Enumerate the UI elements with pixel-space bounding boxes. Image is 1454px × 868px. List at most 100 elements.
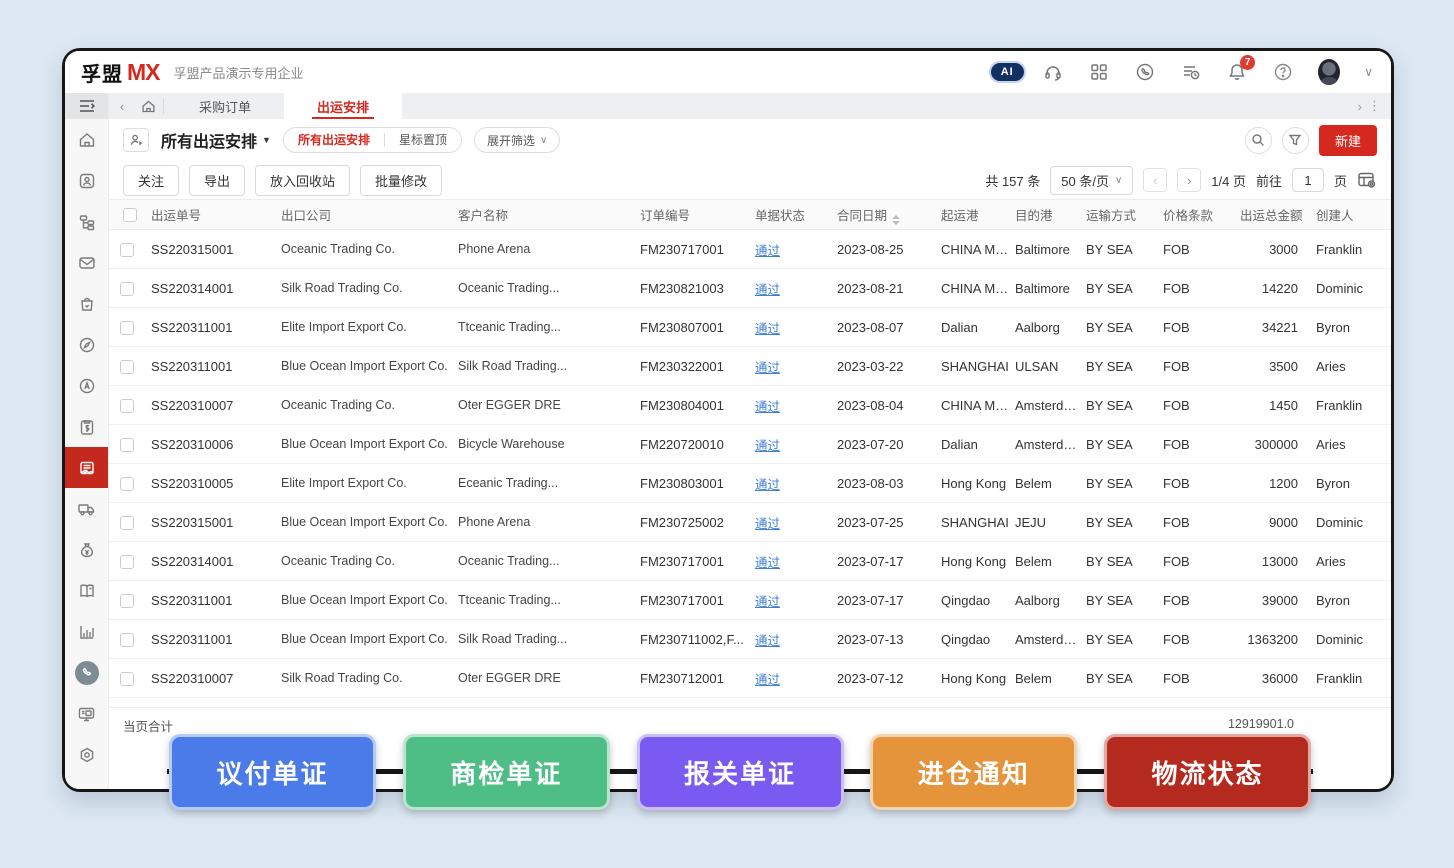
- segment-starred[interactable]: 星标置顶: [385, 128, 461, 152]
- new-button[interactable]: 新建: [1319, 125, 1377, 156]
- cell-transport-mode: BY SEA: [1086, 503, 1163, 542]
- contact-card-icon[interactable]: [65, 160, 108, 201]
- goto-page-input[interactable]: [1292, 168, 1324, 192]
- column-settings-icon[interactable]: [1357, 171, 1377, 189]
- row-checkbox[interactable]: [120, 516, 134, 530]
- home-tab-icon[interactable]: [135, 93, 161, 119]
- whatsapp-filled-icon[interactable]: [65, 652, 108, 693]
- row-checkbox[interactable]: [120, 399, 134, 413]
- next-page-button[interactable]: ›: [1177, 168, 1201, 192]
- col-departure-port: 起运港: [941, 200, 1015, 230]
- whatsapp-icon[interactable]: [1134, 61, 1156, 83]
- collapse-menu-icon[interactable]: [65, 93, 108, 119]
- circle-a-icon[interactable]: [65, 365, 108, 406]
- export-button[interactable]: 导出: [189, 165, 245, 196]
- cell-ship-no: SS220311001: [151, 347, 281, 386]
- row-checkbox[interactable]: [120, 282, 134, 296]
- status-link[interactable]: 通过: [755, 478, 780, 492]
- status-link[interactable]: 通过: [755, 439, 780, 453]
- tabs-more-icon[interactable]: ⋮: [1368, 98, 1381, 114]
- page-size-select[interactable]: 50 条/页∨: [1050, 166, 1133, 195]
- status-link[interactable]: 通过: [755, 244, 780, 258]
- table-row[interactable]: SS220315001 Blue Ocean Import Export Co.…: [109, 503, 1391, 542]
- cell-departure-port: CHINA MA...: [941, 386, 1015, 425]
- table-row[interactable]: SS220310007 Silk Road Trading Co. Oter E…: [109, 659, 1391, 698]
- expand-filter-button[interactable]: 展开筛选∨: [474, 127, 560, 153]
- headset-icon[interactable]: [1042, 61, 1064, 83]
- table-row[interactable]: SS220310006 Blue Ocean Import Export Co.…: [109, 425, 1391, 464]
- segment-all-shipments[interactable]: 所有出运安排: [284, 128, 384, 152]
- tab-purchase-orders[interactable]: 采购订单: [166, 93, 284, 119]
- settings-gear-icon[interactable]: [65, 734, 108, 775]
- recycle-bin-button[interactable]: 放入回收站: [255, 165, 350, 196]
- task-history-icon[interactable]: [1180, 61, 1202, 83]
- ledger-book-icon[interactable]: [65, 570, 108, 611]
- cell-departure-port: SHANGHAI: [941, 503, 1015, 542]
- filter-funnel-icon[interactable]: [1282, 127, 1309, 154]
- table-row[interactable]: SS220314001 Oceanic Trading Co. Oceanic …: [109, 542, 1391, 581]
- row-checkbox[interactable]: [120, 555, 134, 569]
- cell-transport-mode: BY SEA: [1086, 620, 1163, 659]
- home-icon[interactable]: [65, 119, 108, 160]
- monitor-icon[interactable]: [65, 693, 108, 734]
- mail-icon[interactable]: [65, 242, 108, 283]
- table-row[interactable]: SS220314001 Silk Road Trading Co. Oceani…: [109, 269, 1391, 308]
- shipping-doc-icon[interactable]: [65, 447, 108, 488]
- row-checkbox[interactable]: [120, 243, 134, 257]
- logistics-status-button[interactable]: 物流状态: [1104, 734, 1311, 810]
- table-row[interactable]: SS220310005 Elite Import Export Co. Ecea…: [109, 464, 1391, 503]
- status-link[interactable]: 通过: [755, 673, 780, 687]
- ai-assistant-icon[interactable]: AI: [996, 61, 1018, 83]
- shopping-bag-icon[interactable]: [65, 283, 108, 324]
- status-link[interactable]: 通过: [755, 595, 780, 609]
- row-checkbox[interactable]: [120, 633, 134, 647]
- avatar[interactable]: [1318, 61, 1340, 83]
- cell-ship-no: SS220314001: [151, 542, 281, 581]
- row-checkbox[interactable]: [120, 438, 134, 452]
- truck-icon[interactable]: [65, 488, 108, 529]
- follow-button[interactable]: 关注: [123, 165, 179, 196]
- prev-page-button[interactable]: ‹: [1143, 168, 1167, 192]
- status-link[interactable]: 通过: [755, 322, 780, 336]
- batch-edit-button[interactable]: 批量修改: [360, 165, 442, 196]
- tab-shipping-arrangement[interactable]: 出运安排: [284, 93, 402, 119]
- row-checkbox[interactable]: [120, 321, 134, 335]
- status-link[interactable]: 通过: [755, 556, 780, 570]
- select-all-checkbox[interactable]: [123, 208, 137, 222]
- status-link[interactable]: 通过: [755, 517, 780, 531]
- row-checkbox[interactable]: [120, 594, 134, 608]
- status-link[interactable]: 通过: [755, 400, 780, 414]
- row-checkbox[interactable]: [120, 672, 134, 686]
- tabs-scroll-right-icon[interactable]: ›: [1358, 99, 1362, 114]
- search-icon[interactable]: [1245, 127, 1272, 154]
- table-row[interactable]: SS220310007 Oceanic Trading Co. Oter EGG…: [109, 386, 1391, 425]
- clipboard-dollar-icon[interactable]: [65, 406, 108, 447]
- table-row[interactable]: SS220311001 Blue Ocean Import Export Co.…: [109, 581, 1391, 620]
- col-contract-date[interactable]: 合同日期: [837, 200, 941, 230]
- customs-docs-button[interactable]: 报关单证: [637, 734, 844, 810]
- bell-icon[interactable]: 7: [1226, 61, 1248, 83]
- status-link[interactable]: 通过: [755, 634, 780, 648]
- cell-ship-no: SS220310005: [151, 464, 281, 503]
- row-checkbox[interactable]: [120, 477, 134, 491]
- status-link[interactable]: 通过: [755, 361, 780, 375]
- table-row[interactable]: SS220315001 Oceanic Trading Co. Phone Ar…: [109, 230, 1391, 269]
- org-hierarchy-icon[interactable]: [65, 201, 108, 242]
- table-row[interactable]: SS220311001 Elite Import Export Co. Ttce…: [109, 308, 1391, 347]
- inspection-docs-button[interactable]: 商检单证: [403, 734, 610, 810]
- table-row[interactable]: SS220311001 Blue Ocean Import Export Co.…: [109, 620, 1391, 659]
- warehouse-notice-button[interactable]: 进仓通知: [870, 734, 1077, 810]
- view-owner-icon[interactable]: [123, 128, 149, 152]
- back-chevron-icon[interactable]: ‹: [109, 93, 135, 119]
- money-bag-icon[interactable]: [65, 529, 108, 570]
- status-link[interactable]: 通过: [755, 283, 780, 297]
- compass-icon[interactable]: [65, 324, 108, 365]
- bar-chart-icon[interactable]: [65, 611, 108, 652]
- view-selector[interactable]: 所有出运安排▼: [161, 128, 271, 152]
- apps-grid-icon[interactable]: [1088, 61, 1110, 83]
- table-row[interactable]: SS220311001 Blue Ocean Import Export Co.…: [109, 347, 1391, 386]
- row-checkbox[interactable]: [120, 360, 134, 374]
- chevron-down-icon[interactable]: ∨: [1364, 65, 1373, 79]
- help-icon[interactable]: [1272, 61, 1294, 83]
- negotiation-docs-button[interactable]: 议付单证: [169, 734, 376, 810]
